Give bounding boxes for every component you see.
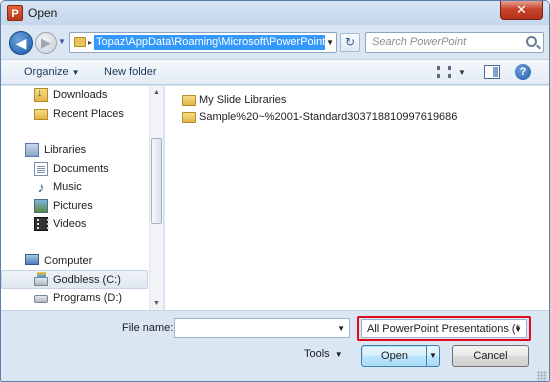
sidebar-item-label: Pictures [53, 200, 93, 212]
sidebar-item-label: Recent Places [53, 108, 124, 120]
libraries-icon [25, 143, 39, 157]
organize-menu[interactable]: Organize ▼ [24, 66, 80, 78]
search-icon [526, 36, 537, 47]
folder-icon [182, 112, 196, 123]
powerpoint-app-icon: P [7, 5, 23, 21]
close-button[interactable]: ✕ [500, 1, 543, 20]
recent-places-icon [34, 109, 48, 120]
sidebar-item-godbless-c[interactable]: Godbless (C:) [1, 270, 148, 289]
tools-label: Tools [304, 348, 330, 360]
sidebar-item-downloads[interactable]: Downloads [1, 86, 148, 105]
file-name-dropdown-icon[interactable]: ▼ [337, 324, 345, 333]
sidebar-item-label: Videos [53, 218, 87, 230]
music-icon: ♪ [37, 179, 45, 195]
file-type-value: All PowerPoint Presentations (* [367, 323, 520, 335]
sidebar-item-libraries[interactable]: Libraries [1, 141, 148, 160]
command-bar: Organize ▼ New folder ▼ ? [1, 59, 549, 85]
sidebar-item-documents[interactable]: Documents [1, 160, 148, 179]
chevron-down-icon[interactable]: ▼ [514, 325, 522, 334]
videos-icon [34, 217, 49, 231]
sidebar-item-label: Programs (D:) [53, 292, 123, 304]
organize-label: Organize [24, 66, 69, 78]
computer-icon [25, 254, 39, 265]
help-icon[interactable]: ? [515, 64, 531, 80]
drive-c-icon [34, 272, 48, 286]
new-folder-button[interactable]: New folder [104, 66, 157, 78]
sidebar-item-label: Computer [44, 255, 93, 267]
sidebar-item-label: Godbless (C:) [53, 274, 121, 286]
sidebar-item-music[interactable]: ♪ Music [1, 178, 148, 197]
sidebar-item-label: Libraries [44, 144, 87, 156]
title-bar: P Open ✕ [1, 1, 549, 25]
file-name-field[interactable] [175, 319, 325, 337]
navigation-pane: Downloads Recent Places Libraries Docume… [1, 86, 164, 310]
open-button[interactable]: Open [361, 345, 428, 367]
back-button[interactable]: ◀ [9, 31, 33, 55]
scroll-up-icon[interactable]: ▲ [153, 89, 160, 96]
search-box[interactable]: Search PowerPoint [365, 32, 544, 53]
scrollbar-thumb[interactable] [151, 138, 162, 224]
file-type-filter[interactable]: All PowerPoint Presentations (* ▼ [361, 319, 527, 338]
open-options-dropdown[interactable]: ▼ [426, 345, 440, 367]
refresh-button[interactable]: ↻ [340, 33, 360, 52]
view-options-dropdown[interactable]: ▼ [458, 68, 466, 77]
forward-button[interactable]: ▶ [35, 32, 57, 54]
address-dropdown-icon[interactable]: ▼ [326, 38, 334, 47]
folder-icon [74, 37, 86, 47]
address-path[interactable]: Topaz\AppData\Roaming\Microsoft\PowerPoi… [94, 35, 325, 50]
tools-menu[interactable]: Tools ▼ [304, 348, 343, 360]
dialog-footer: File name: ▼ All PowerPoint Presentation… [1, 310, 549, 381]
cancel-button[interactable]: Cancel [452, 345, 529, 367]
address-bar[interactable]: ▸ Topaz\AppData\Roaming\Microsoft\PowerP… [69, 32, 337, 53]
sidebar-item-label: Documents [53, 163, 109, 175]
folder-icon [182, 95, 196, 106]
file-name-label: File name: [122, 322, 174, 334]
sidebar-item-pictures[interactable]: Pictures [1, 197, 148, 216]
downloads-icon [34, 87, 48, 102]
open-dialog-window: P Open ✕ ◀ ▶ ▼ ▸ Topaz\AppData\Roaming\M… [0, 0, 550, 382]
drive-d-icon [34, 295, 48, 303]
sidebar-item-label: Music [53, 181, 82, 193]
address-row: ◀ ▶ ▼ ▸ Topaz\AppData\Roaming\Microsoft\… [1, 25, 549, 59]
window-title: Open [28, 6, 58, 20]
file-name: Sample%20~%2001-Standard3037188109976196… [199, 111, 458, 123]
recent-pages-dropdown[interactable]: ▼ [58, 37, 66, 46]
change-view-icon[interactable] [437, 66, 451, 78]
file-name: My Slide Libraries [199, 94, 287, 106]
sidebar-item-computer[interactable]: Computer [1, 252, 148, 271]
sidebar-item-programs-d[interactable]: Programs (D:) [1, 289, 148, 308]
scroll-down-icon[interactable]: ▼ [153, 300, 160, 307]
chevron-down-icon: ▼ [71, 68, 80, 77]
navigation-scrollbar[interactable]: ▲ ▼ [149, 86, 163, 310]
documents-icon [34, 162, 48, 176]
file-list: My Slide Libraries Sample%20~%2001-Stand… [165, 86, 549, 310]
chevron-down-icon: ▼ [334, 350, 343, 359]
preview-pane-icon[interactable] [484, 65, 500, 79]
search-input[interactable]: Search PowerPoint [372, 36, 466, 48]
breadcrumb-separator-icon[interactable]: ▸ [88, 38, 92, 47]
sidebar-item-label: Downloads [53, 89, 108, 101]
sidebar-item-recent-places[interactable]: Recent Places [1, 105, 148, 124]
pictures-icon [34, 199, 48, 213]
file-name-combobox[interactable]: ▼ [174, 318, 350, 338]
resize-grip[interactable] [537, 371, 547, 381]
sidebar-item-videos[interactable]: Videos [1, 215, 148, 234]
